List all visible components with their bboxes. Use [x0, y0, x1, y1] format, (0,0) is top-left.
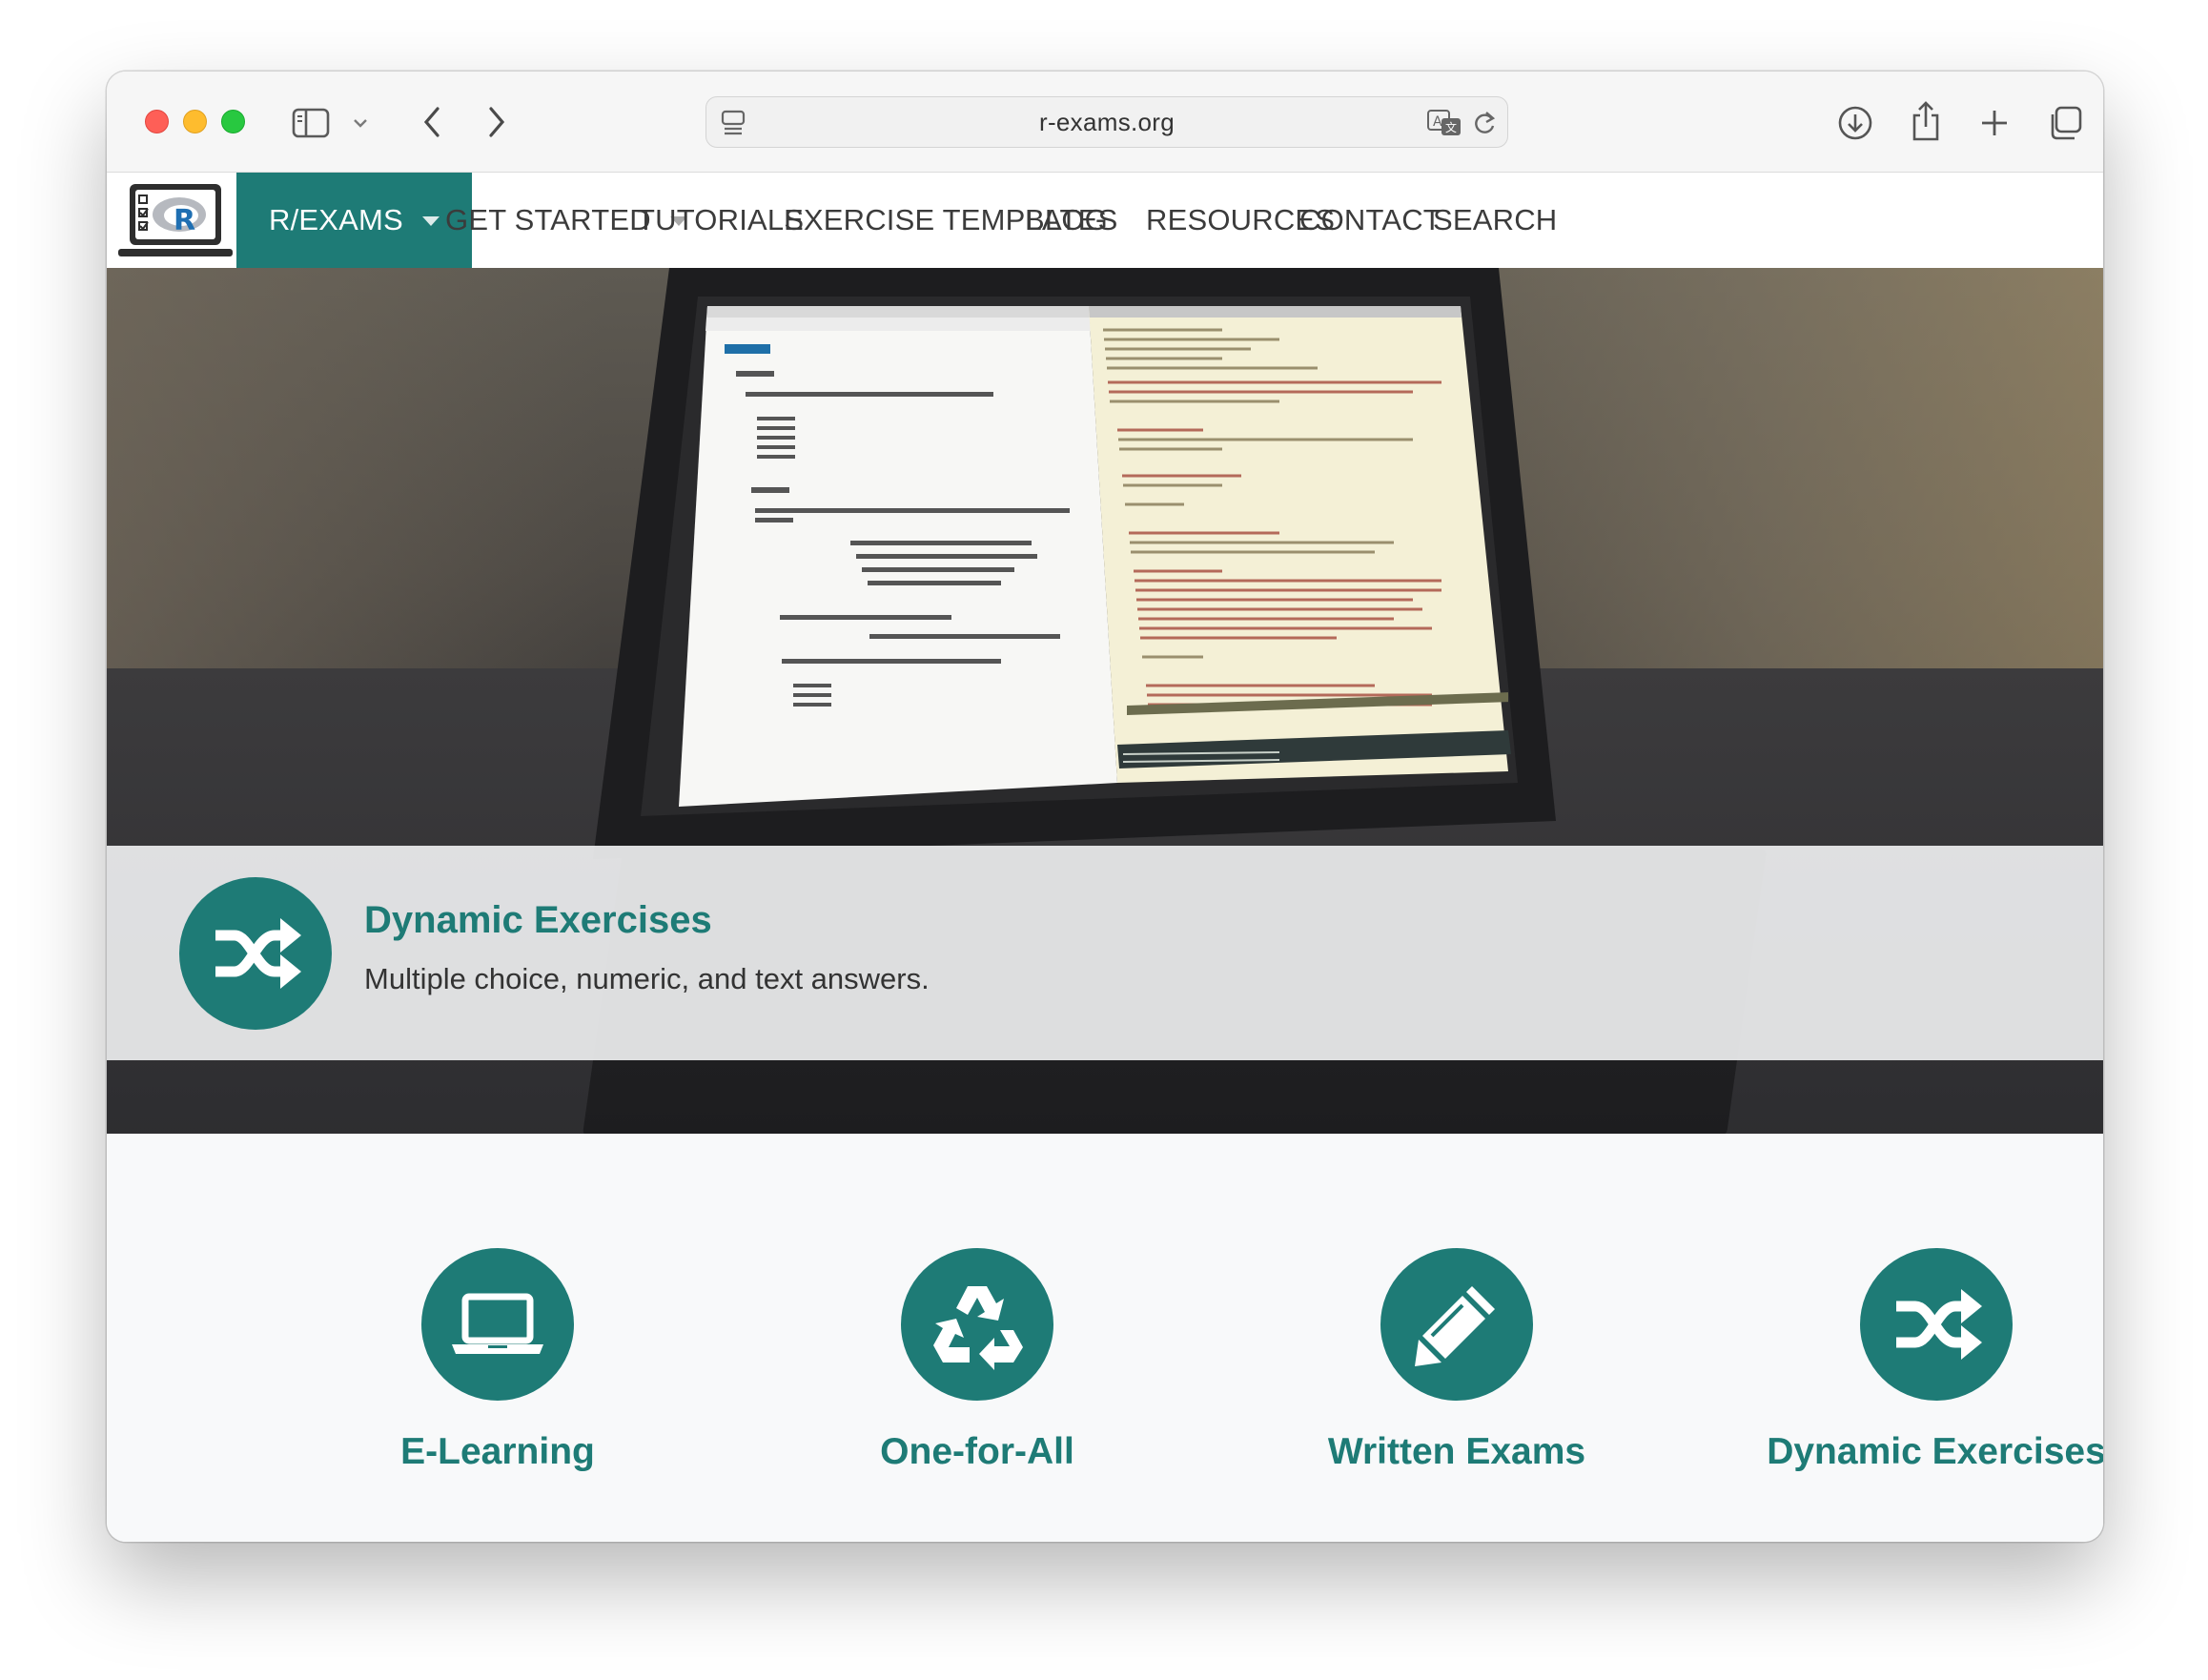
- forward-arrow-icon[interactable]: [480, 102, 513, 142]
- recycle-icon: [901, 1248, 1053, 1401]
- nav-item-label: GET STARTED: [445, 203, 651, 236]
- back-arrow-icon[interactable]: [416, 102, 448, 142]
- new-tab-icon[interactable]: [1975, 104, 2014, 142]
- svg-text:文: 文: [1445, 120, 1457, 134]
- feature-label: One-for-All: [880, 1431, 1074, 1472]
- r-exams-logo[interactable]: R: [116, 180, 235, 262]
- nav-item-tutorials[interactable]: TUTORIALS: [637, 173, 804, 268]
- carousel-caption: Dynamic Exercises Multiple choice, numer…: [107, 846, 2103, 1060]
- site-navbar: R R/EXAMS GET STARTED TUTORIALS EXERCISE…: [107, 173, 2103, 268]
- nav-item-search[interactable]: SEARCH: [1433, 173, 1557, 268]
- chevron-down-icon[interactable]: [349, 113, 372, 133]
- shuffle-icon: [179, 877, 332, 1030]
- nav-item-label: R/EXAMS: [269, 203, 403, 236]
- caption-subtitle: Multiple choice, numeric, and text answe…: [364, 962, 930, 995]
- nav-item-label: CONTACT: [1299, 203, 1441, 236]
- close-window-button[interactable]: [145, 110, 169, 133]
- browser-window: r-exams.org A文 R R/EXAMS GET STARTED TUT…: [107, 72, 2103, 1542]
- caption-title: Dynamic Exercises: [364, 899, 712, 941]
- nav-item-blog[interactable]: BLOG: [1025, 173, 1108, 268]
- nav-item-r-exams[interactable]: R/EXAMS: [236, 173, 472, 268]
- feature-written-exams[interactable]: Written Exams: [1218, 1134, 1695, 1542]
- tab-overview-icon[interactable]: [2044, 102, 2086, 144]
- shuffle-icon: [1860, 1248, 2013, 1401]
- nav-item-label: SEARCH: [1433, 203, 1558, 236]
- feature-label: Written Exams: [1327, 1431, 1586, 1472]
- nav-item-label: BLOG: [1025, 203, 1108, 236]
- laptop-icon: [421, 1248, 574, 1401]
- laptop-screen-image: [593, 268, 1556, 859]
- hero-background-left: [107, 268, 603, 668]
- address-bar[interactable]: r-exams.org A文: [705, 96, 1508, 148]
- features-section: E-Learning One-for-All Written Exams Dyn…: [107, 1134, 2103, 1542]
- svg-text:R: R: [174, 204, 195, 237]
- hero-carousel: Dynamic Exercises Multiple choice, numer…: [107, 268, 2103, 1134]
- svg-text:A: A: [1433, 114, 1442, 130]
- pencil-icon: [1380, 1248, 1533, 1401]
- dropdown-caret-icon: [421, 216, 440, 226]
- feature-e-learning[interactable]: E-Learning: [259, 1134, 736, 1542]
- share-icon[interactable]: [1905, 98, 1947, 144]
- translate-icon[interactable]: A文: [1425, 108, 1465, 138]
- nav-item-contact[interactable]: CONTACT: [1299, 173, 1441, 268]
- zoom-window-button[interactable]: [221, 110, 245, 133]
- browser-toolbar: r-exams.org A文: [107, 72, 2103, 173]
- feature-label: E-Learning: [400, 1431, 595, 1472]
- nav-item-label: TUTORIALS: [637, 203, 805, 236]
- feature-label: Dynamic Exercises: [1767, 1431, 2103, 1472]
- download-icon[interactable]: [1834, 102, 1876, 144]
- feature-dynamic-exercises[interactable]: Dynamic Exercises: [1698, 1134, 2103, 1542]
- minimize-window-button[interactable]: [183, 110, 207, 133]
- feature-one-for-all[interactable]: One-for-All: [739, 1134, 1216, 1542]
- sidebar-toggle-icon[interactable]: [290, 104, 332, 142]
- reload-icon[interactable]: [1469, 109, 1500, 137]
- url-text: r-exams.org: [1039, 107, 1175, 136]
